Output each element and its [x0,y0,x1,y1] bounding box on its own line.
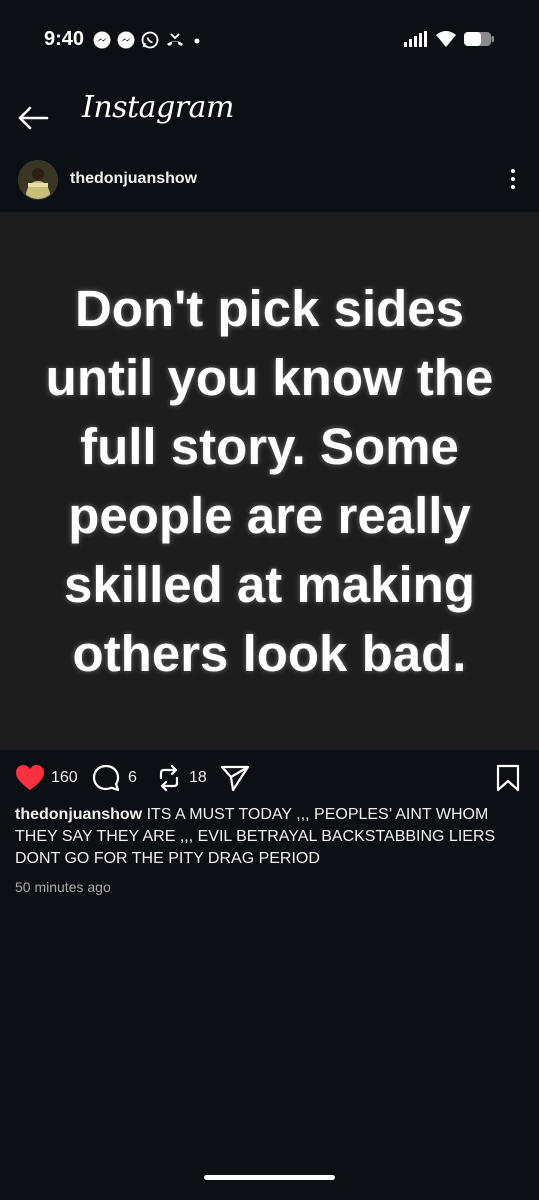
like-count: 160 [51,769,78,786]
avatar[interactable] [18,160,58,200]
more-dot-icon [511,177,515,181]
dot-icon [190,30,204,50]
comment-button[interactable]: 6 [92,764,137,792]
more-options-button[interactable] [503,164,523,194]
arrow-left-icon [18,106,49,130]
status-bar: 9:40 [0,0,539,80]
more-dot-icon [511,185,515,189]
repost-button[interactable]: 18 [155,764,207,792]
save-button[interactable] [495,764,521,797]
post-timestamp: 50 minutes ago [15,879,111,895]
send-icon [220,765,250,792]
caption-username[interactable]: thedonjuanshow [15,806,142,823]
post-image-text: Don't pick sides until you know the full… [45,280,494,682]
system-icons [403,30,495,53]
post-image[interactable]: Don't pick sides until you know the full… [0,212,539,750]
signal-icon [403,30,429,53]
home-indicator[interactable] [204,1175,335,1180]
bookmark-icon [496,764,520,792]
whatsapp-icon [140,30,160,50]
comment-count: 6 [128,769,137,786]
post-username[interactable]: thedonjuanshow [70,170,197,188]
repost-icon [159,764,179,792]
action-bar: 160 6 18 [0,760,539,796]
post-header: thedonjuanshow [0,158,539,204]
share-button[interactable] [220,764,250,792]
status-time: 9:40 [44,28,85,50]
post-caption: thedonjuanshow ITS A MUST TODAY ,,, PEOP… [15,804,525,870]
messenger-icon [92,30,112,50]
comment-icon [92,764,120,792]
wifi-icon [435,30,457,53]
more-dot-icon [511,169,515,173]
missed-call-icon [164,30,186,50]
app-title: Instagram [82,90,234,125]
battery-icon [463,30,495,53]
heart-icon [16,765,44,790]
app-header: Instagram [0,88,539,144]
back-button[interactable] [16,100,52,136]
messenger-icon [116,30,136,50]
repost-count: 18 [189,769,207,786]
notification-icons [92,30,204,50]
like-button[interactable]: 160 [15,764,78,792]
